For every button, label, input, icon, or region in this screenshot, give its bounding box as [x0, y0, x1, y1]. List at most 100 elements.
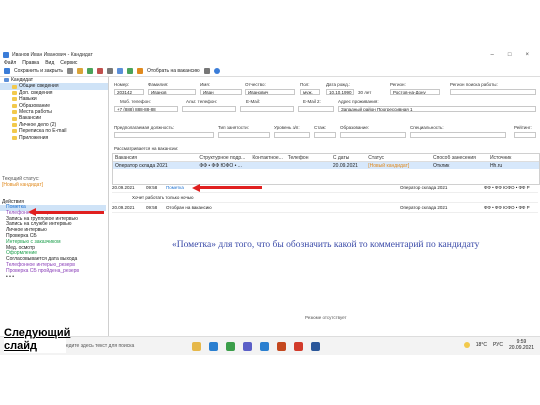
col-status[interactable]: Статус [366, 155, 431, 161]
search-icon[interactable] [116, 68, 123, 74]
timeline: 20.09.2021 09:58 Пометка Оператор склада… [112, 183, 538, 213]
first-name-field[interactable]: Иван [200, 89, 242, 95]
col-contact[interactable]: Контактное... [250, 155, 285, 161]
menu-edit[interactable]: Правка [22, 60, 39, 66]
toolbar: Сохранить и закрыть Отобрать на вакансию [0, 66, 540, 77]
employment-label: Тип занятости: [218, 125, 249, 130]
attach-icon[interactable] [106, 68, 113, 74]
last-name-field[interactable]: Иванов [148, 89, 196, 95]
help-icon[interactable] [213, 68, 220, 74]
print-icon[interactable] [66, 68, 73, 74]
col-source[interactable]: Источник [488, 155, 539, 161]
person-icon [4, 78, 9, 83]
specialty-field[interactable] [410, 132, 506, 138]
middle-name-field[interactable]: Иванович [245, 89, 295, 95]
job-region-label: Регион поиска работы: [450, 82, 498, 87]
phone-icon[interactable] [86, 68, 93, 74]
dob-field[interactable]: 10.10.1990 [326, 89, 354, 95]
alt-phone-label: Альт. телефон: [186, 99, 218, 104]
timeline-vacancy: Оператор склада 2021 [400, 185, 448, 190]
crm-icon[interactable] [294, 341, 303, 351]
cell-vacancy: Оператор склада 2021 [115, 162, 168, 169]
folder-icon [12, 135, 17, 140]
next-slide-button[interactable]: Следующий слайд [4, 327, 70, 353]
taskbar: Введите здесь текст для поиска 18°C РУС … [0, 336, 540, 355]
timeline-time: 09:58 [146, 185, 158, 190]
email2-label: E-Mail 2: [303, 99, 321, 104]
menu-bar: Файл Правка Вид Сервис [0, 59, 540, 66]
send-vacancy-button[interactable]: Отобрать на вакансию [147, 68, 200, 74]
settings-icon[interactable] [203, 68, 210, 74]
education-field[interactable] [340, 132, 406, 138]
cell-status: [Новый кандидат] [368, 162, 410, 169]
region-label: Регион: [390, 82, 406, 87]
address-field[interactable]: Западный район Прогрессивная 1 [338, 106, 536, 112]
app-icon [3, 51, 9, 58]
maximize-button[interactable]: □ [508, 52, 512, 58]
region-field[interactable]: Ростов-на-Дону [390, 89, 440, 95]
timeline-item[interactable]: 20.09.2021 09:58 Отобран на вакансию Опе… [112, 203, 538, 213]
col-phone[interactable]: Телефон [286, 155, 331, 161]
col-date[interactable]: С даты [331, 155, 366, 161]
edge-icon[interactable] [209, 341, 218, 351]
minimize-button[interactable]: – [491, 52, 494, 58]
menu-service[interactable]: Сервис [60, 60, 77, 66]
rating-field[interactable] [514, 132, 536, 138]
action-item[interactable]: • • • [0, 274, 106, 281]
menu-file[interactable]: Файл [4, 60, 16, 66]
refresh-icon[interactable] [126, 68, 133, 74]
chrome-icon[interactable] [226, 341, 235, 351]
mail-app-icon[interactable] [260, 341, 269, 351]
window-title: Иванов Иван Иванович - Кандидат [12, 51, 93, 58]
employment-field[interactable] [218, 132, 270, 138]
folder-icon [12, 122, 17, 127]
job-region-field[interactable] [450, 89, 536, 95]
col-method[interactable]: Способ занесения [431, 155, 488, 161]
mail-icon[interactable] [76, 68, 83, 74]
save-close-button[interactable]: Сохранить и закрыть [14, 68, 63, 74]
folder-icon [12, 90, 17, 95]
language[interactable]: РУС [493, 342, 503, 348]
number-field[interactable]: 203142 [114, 89, 144, 95]
calendar-icon[interactable] [96, 68, 103, 74]
arrow-to-action [36, 210, 104, 214]
tree-item-attachments[interactable]: Приложения [0, 135, 108, 141]
last-name-label: Фамилия: [148, 82, 169, 87]
email2-field[interactable] [298, 106, 334, 112]
powerpoint-icon[interactable] [277, 341, 286, 351]
timeline-item[interactable]: 20.09.2021 09:58 Пометка Оператор склада… [112, 183, 538, 193]
experience-field[interactable] [314, 132, 336, 138]
experience-label: Стаж: [314, 125, 327, 130]
col-vacancy[interactable]: Вакансия [113, 155, 197, 161]
arrow-to-timeline [200, 186, 262, 189]
cell-dept: ФФ • ФФ ЮФО • ... [199, 162, 242, 169]
clock[interactable]: 9:59 20.09.2021 [509, 339, 534, 351]
specialty-label: Специальность: [410, 125, 444, 130]
main-panel: Номер: 203142 Фамилия: Иванов Имя: Иван … [110, 77, 540, 353]
mobile-label: Моб. телефон: [120, 99, 151, 104]
taskbar-search[interactable]: Введите здесь текст для поиска [60, 343, 180, 349]
address-label: Адрес проживания: [338, 99, 379, 104]
weather-icon [463, 342, 470, 348]
rating-label: Рейтинг: [514, 125, 532, 130]
cell-date: 20.09.2021 [332, 162, 358, 169]
close-button[interactable]: × [525, 52, 529, 58]
col-dept[interactable]: Структурное подр... [197, 155, 250, 161]
cell-source: Hh.ru [489, 162, 503, 169]
folder-icon [12, 116, 17, 121]
taskbar-apps [192, 341, 320, 351]
teams-icon[interactable] [243, 341, 252, 351]
word-icon[interactable] [311, 341, 320, 351]
explorer-icon[interactable] [192, 341, 201, 351]
vacancy-row[interactable]: Оператор склада 2021 ФФ • ФФ ЮФО • ... 2… [113, 162, 539, 169]
position-field[interactable] [114, 132, 214, 138]
salary-field[interactable] [274, 132, 310, 138]
arrowhead-left-2 [28, 208, 36, 216]
mobile-field[interactable]: +7 (888) 888-88-88 [114, 106, 178, 112]
menu-view[interactable]: Вид [45, 60, 54, 66]
alt-phone-field[interactable] [182, 106, 236, 112]
timeline-note-text: Хочет работать только ночью [132, 195, 194, 200]
email-field[interactable] [240, 106, 294, 112]
arrowhead-left [192, 183, 200, 192]
sex-select[interactable]: муж. [300, 89, 320, 95]
